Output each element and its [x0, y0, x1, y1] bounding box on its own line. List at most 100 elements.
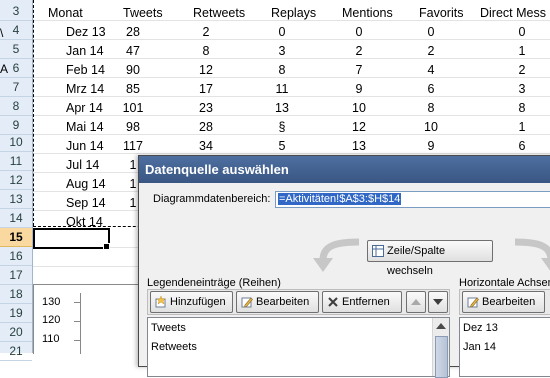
move-down-button[interactable]	[428, 291, 448, 313]
value-cell[interactable]: 28	[113, 23, 153, 42]
value-cell[interactable]: §	[262, 118, 302, 137]
value-cell[interactable]: 3	[262, 42, 302, 61]
row-header[interactable]: 18	[0, 285, 32, 304]
value-cell[interactable]: 7	[339, 61, 379, 80]
move-up-button[interactable]	[406, 291, 426, 313]
value-cell[interactable]: 10	[411, 118, 451, 137]
category-item[interactable]: Dez 13	[463, 319, 498, 337]
legend-entries-label: Legendeneinträge (Reihen)	[147, 277, 281, 289]
value-cell[interactable]: 0	[262, 23, 302, 42]
month-cell[interactable]: Jul 14	[66, 156, 99, 175]
header-cell[interactable]: Monat	[48, 4, 83, 23]
value-cell[interactable]: 117	[113, 137, 153, 156]
value-cell[interactable]: 34	[186, 137, 226, 156]
value-cell[interactable]: 8	[262, 61, 302, 80]
month-cell[interactable]: Apr 14	[66, 99, 103, 118]
value-cell[interactable]: 8	[186, 42, 226, 61]
value-cell[interactable]: 0	[339, 23, 379, 42]
value-cell[interactable]: 9	[339, 80, 379, 99]
select-data-source-dialog: Datenquelle auswählen Diagrammdatenberei…	[138, 155, 550, 378]
edit-series-button[interactable]: Bearbeiten	[236, 291, 319, 313]
value-cell[interactable]: 6	[502, 137, 542, 156]
row-header[interactable]: 10	[0, 133, 32, 152]
row-header[interactable]: 13	[0, 190, 32, 209]
value-cell[interactable]: 1	[502, 118, 542, 137]
row-header[interactable]: 5	[0, 40, 32, 59]
row-header[interactable]: 7	[0, 78, 32, 97]
value-cell[interactable]: 4	[411, 61, 451, 80]
value-cell[interactable]: 1	[502, 42, 542, 61]
value-cell[interactable]: 9	[411, 137, 451, 156]
series-scrollbar[interactable]	[432, 318, 449, 378]
row-header[interactable]: 12	[0, 171, 32, 190]
value-cell[interactable]: 2	[411, 42, 451, 61]
header-cell[interactable]: Retweets	[193, 4, 245, 23]
value-cell[interactable]: 6	[411, 80, 451, 99]
fill-handle[interactable]	[103, 243, 110, 250]
row-header[interactable]: 17	[0, 266, 32, 285]
value-cell[interactable]: 0	[411, 23, 451, 42]
value-cell[interactable]: 3	[502, 80, 542, 99]
row-header[interactable]: 19	[0, 304, 32, 323]
value-cell[interactable]: 98	[113, 118, 153, 137]
dialog-titlebar[interactable]: Datenquelle auswählen	[139, 156, 550, 183]
switch-row-column-button[interactable]: Zeile/Spalte wechseln	[367, 240, 493, 277]
value-cell[interactable]: 2	[502, 61, 542, 80]
month-cell[interactable]: Sep 14	[66, 194, 106, 213]
header-cell[interactable]: Replays	[271, 4, 316, 23]
month-cell[interactable]: Dez 13	[66, 23, 106, 42]
value-cell[interactable]: 8	[411, 99, 451, 118]
header-cell[interactable]: Mentions	[342, 4, 393, 23]
active-cell[interactable]	[33, 228, 110, 249]
value-cell[interactable]: 12	[186, 61, 226, 80]
value-cell[interactable]: 2	[186, 23, 226, 42]
value-cell[interactable]: 2	[339, 42, 379, 61]
month-cell[interactable]: Mai 14	[66, 118, 104, 137]
edit-axis-labels-label: Bearbeiten	[482, 296, 536, 308]
row-header[interactable]: 8	[0, 97, 32, 116]
header-cell[interactable]: Tweets	[123, 4, 163, 23]
value-cell[interactable]: 5	[262, 137, 302, 156]
value-cell[interactable]: 13	[262, 99, 302, 118]
row-header[interactable]: 21	[0, 342, 32, 361]
month-cell[interactable]: Jun 14	[66, 137, 104, 156]
row-header[interactable]: 16	[0, 247, 32, 266]
value-cell[interactable]: 28	[186, 118, 226, 137]
series-item[interactable]: Retweets	[151, 338, 427, 356]
value-cell[interactable]: 47	[113, 42, 153, 61]
series-item[interactable]: Tweets	[151, 319, 427, 337]
value-cell[interactable]: 8	[502, 99, 542, 118]
value-cell[interactable]: 10	[339, 99, 379, 118]
row-header-selected[interactable]: 15	[0, 228, 32, 247]
value-cell[interactable]: 90	[113, 61, 153, 80]
category-listbox[interactable]: Dez 13 Jan 14	[459, 317, 550, 377]
header-cell[interactable]: Favorits	[419, 4, 463, 23]
row-header[interactable]: 14	[0, 209, 32, 228]
header-cell[interactable]: Direct Mess	[480, 4, 546, 23]
edit-axis-labels-button[interactable]: Bearbeiten	[462, 291, 545, 313]
value-cell[interactable]: 23	[186, 99, 226, 118]
row-header[interactable]: 20	[0, 323, 32, 342]
row-header[interactable]: 3	[0, 2, 32, 21]
value-cell[interactable]: 85	[113, 80, 153, 99]
month-cell[interactable]: Aug 14	[66, 175, 106, 194]
category-item[interactable]: Jan 14	[463, 338, 496, 356]
value-cell[interactable]: 11	[262, 80, 302, 99]
chart-range-input[interactable]: =Aktivitäten!$A$3:$H$14	[275, 191, 550, 208]
clipped-glyph: \	[0, 26, 4, 40]
month-cell[interactable]: Feb 14	[66, 61, 105, 80]
scroll-thumb[interactable]	[435, 336, 448, 378]
value-cell[interactable]: 12	[339, 118, 379, 137]
month-cell[interactable]: Mrz 14	[66, 80, 104, 99]
embedded-chart[interactable]: 130 120 110	[33, 284, 142, 354]
scroll-up-icon[interactable]	[436, 323, 446, 329]
value-cell[interactable]: 0	[502, 23, 542, 42]
row-header[interactable]: 11	[0, 152, 32, 171]
series-listbox[interactable]: Tweets Retweets	[147, 317, 450, 378]
value-cell[interactable]: 13	[339, 137, 379, 156]
value-cell[interactable]: 101	[113, 99, 153, 118]
month-cell[interactable]: Jan 14	[66, 42, 104, 61]
value-cell[interactable]: 17	[186, 80, 226, 99]
remove-series-button[interactable]: Entfernen	[322, 291, 402, 313]
add-series-button[interactable]: Hinzufügen	[150, 291, 233, 313]
